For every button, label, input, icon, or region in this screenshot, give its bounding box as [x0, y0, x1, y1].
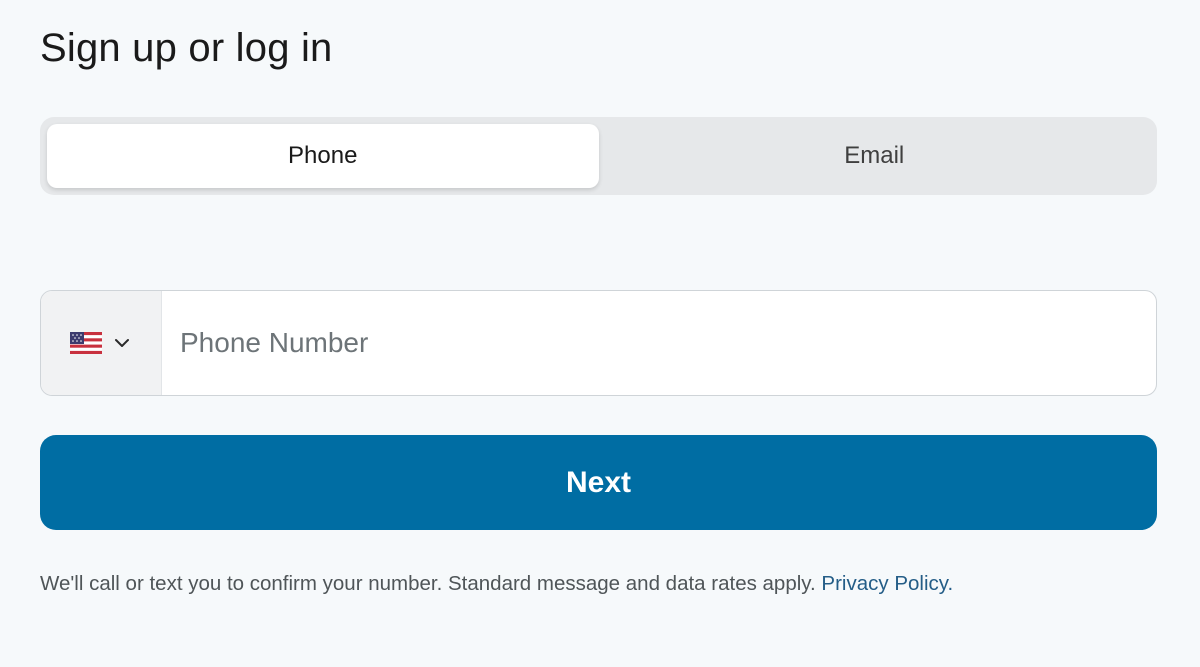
tab-phone[interactable]: Phone	[47, 124, 599, 188]
login-method-tabs: Phone Email	[40, 117, 1157, 195]
tab-email[interactable]: Email	[599, 124, 1151, 188]
page-title: Sign up or log in	[40, 26, 333, 70]
disclaimer: We'll call or text you to confirm your n…	[40, 572, 953, 596]
privacy-policy-link[interactable]: Privacy Policy	[821, 572, 947, 595]
us-flag-icon	[70, 332, 102, 354]
country-code-selector[interactable]	[41, 291, 162, 395]
privacy-link-period: .	[947, 572, 954, 595]
chevron-down-icon	[112, 333, 132, 353]
next-button[interactable]: Next	[40, 435, 1157, 530]
phone-number-input[interactable]	[162, 291, 1156, 395]
disclaimer-text: We'll call or text you to confirm your n…	[40, 572, 816, 595]
phone-field	[40, 290, 1157, 396]
